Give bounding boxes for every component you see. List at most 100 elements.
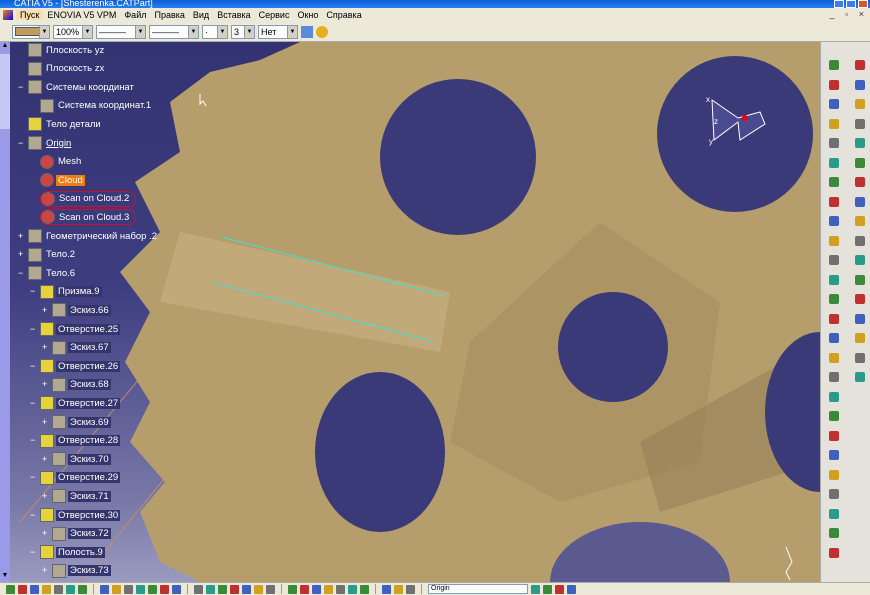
toolbar-tool-icon[interactable]: [30, 584, 39, 594]
current-element-select[interactable]: Origin: [428, 584, 528, 594]
collapse-icon[interactable]: −: [30, 361, 37, 370]
workbench-tool-icon[interactable]: [855, 352, 865, 363]
toolbar-tool-icon[interactable]: [531, 584, 540, 594]
expand-icon[interactable]: +: [42, 417, 49, 426]
workbench-tool-icon[interactable]: [829, 489, 839, 499]
workbench-tool-icon[interactable]: [829, 528, 839, 538]
tree-node[interactable]: + Тело.2: [18, 247, 77, 263]
workbench-tool-icon[interactable]: [855, 99, 865, 109]
workbench-tool-icon[interactable]: [855, 196, 865, 207]
maximize-button[interactable]: [846, 0, 856, 8]
tree-node[interactable]: + Геометрический набор .2: [18, 228, 159, 244]
workbench-tool-icon[interactable]: [829, 235, 839, 246]
menu-help[interactable]: Справка: [322, 10, 365, 20]
workbench-tool-icon[interactable]: [829, 60, 839, 70]
point-symbol-select[interactable]: · ▼: [202, 24, 228, 39]
menu-window[interactable]: Окно: [293, 10, 322, 20]
toolbar-tool-icon[interactable]: [100, 584, 109, 594]
workbench-tool-icon[interactable]: [829, 196, 839, 207]
tree-node[interactable]: Scan on Cloud.3: [40, 209, 137, 226]
workbench-tool-icon[interactable]: [829, 255, 839, 265]
workbench-tool-icon[interactable]: [855, 235, 865, 246]
toolbar-tool-icon[interactable]: [18, 584, 27, 594]
tree-node[interactable]: + Эскиз.66: [42, 302, 111, 318]
workbench-tool-icon[interactable]: [855, 138, 865, 148]
expand-icon[interactable]: +: [42, 566, 49, 575]
toolbar-tool-icon[interactable]: [148, 584, 157, 594]
toolbar-tool-icon[interactable]: [406, 584, 415, 594]
toolbar-tool-icon[interactable]: [266, 584, 275, 594]
line-type-select[interactable]: ——— ▼: [96, 24, 146, 39]
toolbar-tool-icon[interactable]: [360, 584, 369, 594]
painter-icon[interactable]: [301, 25, 313, 38]
tree-node[interactable]: + Эскиз.71: [42, 488, 111, 504]
tree-node[interactable]: Mesh: [40, 154, 83, 170]
toolbar-tool-icon[interactable]: [254, 584, 263, 594]
toolbar-tool-icon[interactable]: [567, 584, 576, 594]
tree-node[interactable]: Плоскость yz: [28, 42, 106, 58]
workbench-tool-icon[interactable]: [829, 177, 839, 187]
expand-icon[interactable]: +: [42, 380, 49, 389]
toolbar-tool-icon[interactable]: [6, 584, 15, 594]
tree-node[interactable]: + Эскиз.67: [42, 340, 111, 356]
toolbar-tool-icon[interactable]: [42, 584, 51, 594]
minimize-button[interactable]: [834, 0, 844, 8]
line-weight-select[interactable]: ——— ▼: [149, 24, 199, 39]
workbench-tool-icon[interactable]: [855, 118, 865, 129]
tree-node[interactable]: − Отверстие.26: [30, 358, 121, 374]
color-select[interactable]: ▼: [12, 24, 50, 39]
workbench-tool-icon[interactable]: [829, 391, 839, 402]
collapse-icon[interactable]: −: [30, 398, 37, 407]
copy-format-icon[interactable]: [316, 25, 328, 38]
transparency-select[interactable]: 100% ▼: [53, 24, 93, 39]
collapse-icon[interactable]: −: [30, 473, 37, 482]
workbench-tool-icon[interactable]: [829, 313, 839, 324]
workbench-tool-icon[interactable]: [829, 508, 839, 519]
workbench-tool-icon[interactable]: [829, 294, 839, 304]
collapse-icon[interactable]: −: [18, 138, 25, 147]
expand-icon[interactable]: +: [42, 529, 49, 538]
tree-node[interactable]: + Эскиз.69: [42, 414, 111, 430]
workbench-tool-icon[interactable]: [829, 79, 839, 90]
tree-node[interactable]: − Призма.9: [30, 284, 102, 300]
workbench-tool-icon[interactable]: [829, 411, 839, 421]
toolbar-tool-icon[interactable]: [336, 584, 345, 594]
tree-node[interactable]: − Origin: [18, 135, 73, 151]
collapse-icon[interactable]: −: [30, 436, 37, 445]
workbench-tool-icon[interactable]: [855, 157, 865, 168]
toolbar-tool-icon[interactable]: [300, 584, 309, 594]
tree-node[interactable]: − Отверстие.28: [30, 433, 121, 449]
collapse-icon[interactable]: −: [30, 510, 37, 519]
workbench-tool-icon[interactable]: [855, 216, 865, 226]
menu-start[interactable]: Пуск: [16, 10, 44, 20]
toolbar-tool-icon[interactable]: [543, 584, 552, 594]
tree-node[interactable]: Плоскость zx: [28, 61, 106, 77]
tree-scrollbar[interactable]: ▲ ▼: [0, 42, 10, 582]
tree-node[interactable]: − Отверстие.27: [30, 395, 121, 411]
toolbar-tool-icon[interactable]: [160, 584, 169, 594]
tree-node[interactable]: − Полость.9: [30, 544, 105, 560]
menu-tools[interactable]: Сервис: [255, 10, 294, 20]
workbench-tool-icon[interactable]: [855, 294, 865, 304]
toolbar-tool-icon[interactable]: [288, 584, 297, 594]
scroll-thumb[interactable]: [0, 54, 10, 129]
menu-view[interactable]: Вид: [189, 10, 213, 20]
collapse-icon[interactable]: −: [18, 82, 25, 91]
toolbar-tool-icon[interactable]: [555, 584, 564, 594]
expand-icon[interactable]: +: [18, 231, 25, 240]
expand-icon[interactable]: +: [42, 305, 49, 314]
toolbar-tool-icon[interactable]: [206, 584, 215, 594]
workbench-tool-icon[interactable]: [829, 469, 839, 480]
tree-node[interactable]: − Отверстие.30: [30, 507, 121, 523]
toolbar-tool-icon[interactable]: [394, 584, 403, 594]
workbench-tool-icon[interactable]: [855, 372, 865, 382]
toolbar-tool-icon[interactable]: [54, 584, 63, 594]
toolbar-tool-icon[interactable]: [218, 584, 227, 594]
toolbar-tool-icon[interactable]: [194, 584, 203, 594]
tree-node[interactable]: − Отверстие.29: [30, 470, 121, 486]
toolbar-tool-icon[interactable]: [242, 584, 251, 594]
toolbar-tool-icon[interactable]: [136, 584, 145, 594]
workbench-tool-icon[interactable]: [829, 352, 839, 363]
workbench-tool-icon[interactable]: [829, 274, 839, 285]
tree-node[interactable]: Система координат.1: [40, 98, 153, 114]
